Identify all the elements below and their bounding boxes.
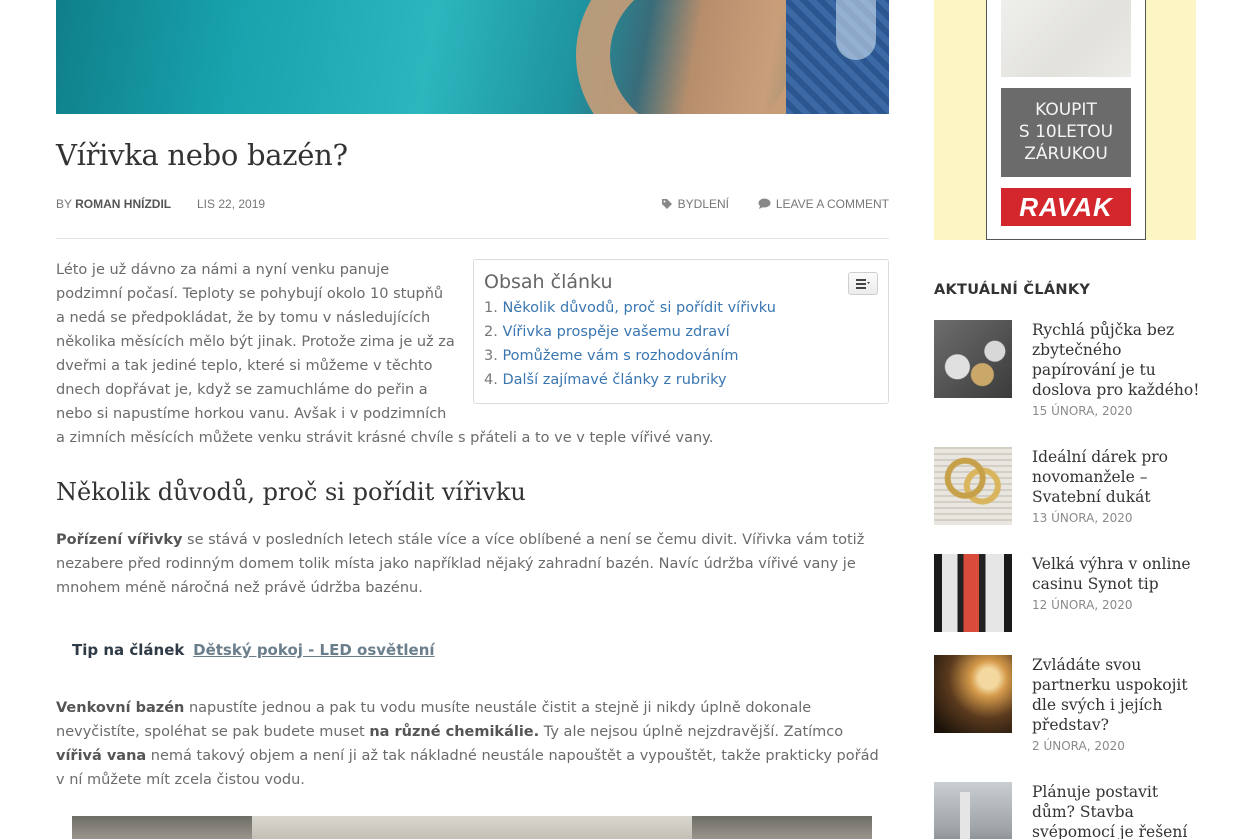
post-comments[interactable]: LEAVE A COMMENT xyxy=(758,197,889,211)
ad-box[interactable]: KOUPIT S 10LETOU ZÁRUKOU RAVAK xyxy=(986,0,1146,240)
toc-toggle-button[interactable] xyxy=(848,272,878,295)
meta-divider xyxy=(56,238,889,239)
toc-item: 3. Pomůžeme vám s rozhodováním xyxy=(484,344,878,368)
post-title: Vířivka nebo bazén? xyxy=(56,138,348,172)
post-meta: BY ROMAN HNÍZDIL LIS 22, 2019 BYDLENÍ LE… xyxy=(56,197,889,213)
category-link[interactable]: BYDLENÍ xyxy=(678,197,729,211)
bold-phrase: na různé chemikálie. xyxy=(369,724,540,740)
recent-article[interactable]: Plánuje postavit dům? Stavba svépomocí j… xyxy=(934,782,1196,839)
article-thumbnail-rings[interactable] xyxy=(934,447,1012,525)
author-link[interactable]: ROMAN HNÍZDIL xyxy=(75,197,171,211)
ad-buy-button[interactable]: KOUPIT S 10LETOU ZÁRUKOU xyxy=(1001,88,1131,177)
toc-link[interactable]: Několik důvodů, proč si pořídit vířivku xyxy=(502,300,775,316)
recent-article[interactable]: Ideální dárek pro novomanžele – Svatební… xyxy=(934,447,1196,537)
recent-article[interactable]: Velká výhra v online casinu Synot tip 12… xyxy=(934,554,1196,644)
article-thumbnail-couple[interactable] xyxy=(934,655,1012,733)
sidebar-ad-banner[interactable]: KOUPIT S 10LETOU ZÁRUKOU RAVAK xyxy=(934,0,1196,240)
toc-link[interactable]: Pomůžeme vám s rozhodováním xyxy=(502,348,738,364)
article-thumbnail-slot-machine[interactable] xyxy=(934,554,1012,632)
section-heading: Několik důvodů, proč si pořídit vířivku xyxy=(56,478,526,506)
toc-title: Obsah článku xyxy=(484,271,613,293)
toc-item: 4. Další zajímavé články z rubriky xyxy=(484,368,878,392)
article-title-link[interactable]: Rychlá půjčka bez zbytečného papírování … xyxy=(1032,320,1200,400)
toc-item-number: 1. xyxy=(484,300,498,316)
post-author: BY ROMAN HNÍZDIL xyxy=(56,197,171,211)
toc-item-number: 2. xyxy=(484,324,498,340)
paragraph-text: nemá takový objem a není ji až tak nákla… xyxy=(56,748,879,788)
article-thumbnail-coins[interactable] xyxy=(934,320,1012,398)
tip-article-link[interactable]: Dětský pokoj - LED osvětlení xyxy=(193,641,434,659)
ravak-logo[interactable]: RAVAK xyxy=(1001,188,1131,226)
paragraph-purchase: Pořízení vířivky se stává v posledních l… xyxy=(56,528,889,600)
article-date: 12 ÚNORA, 2020 xyxy=(1032,598,1133,612)
toc-link[interactable]: Vířivka prospěje vašemu zdraví xyxy=(502,324,729,340)
paragraph-text: Ty ale nejsou úplně nejzdravější. Zatímc… xyxy=(539,724,844,740)
tag-icon xyxy=(661,199,672,209)
toc-item-number: 4. xyxy=(484,372,498,388)
post-category[interactable]: BYDLENÍ xyxy=(661,197,729,211)
tip-label: Tip na článek xyxy=(72,641,185,659)
recent-article[interactable]: Zvládáte svou partnerku uspokojit dle sv… xyxy=(934,655,1196,753)
article-title-link[interactable]: Plánuje postavit dům? Stavba svépomocí j… xyxy=(1032,782,1196,839)
paragraph-pool: Venkovní bazén napustíte jednou a pak tu… xyxy=(56,696,889,792)
toc-item: 1. Několik důvodů, proč si pořídit vířiv… xyxy=(484,296,878,320)
recent-article[interactable]: Rychlá půjčka bez zbytečného papírování … xyxy=(934,320,1199,418)
toc-item: 2. Vířivka prospěje vašemu zdraví xyxy=(484,320,878,344)
article-title-link[interactable]: Ideální dárek pro novomanžele – Svatební… xyxy=(1032,447,1200,507)
article-image-bathroom xyxy=(72,816,872,839)
recent-articles-title: AKTUÁLNÍ ČLÁNKY xyxy=(934,282,1091,298)
article-date: 13 ÚNORA, 2020 xyxy=(1032,511,1133,525)
bold-phrase: vířivá vana xyxy=(56,748,147,764)
comment-bubble-icon xyxy=(758,198,771,209)
toc-link[interactable]: Další zajímavé články z rubriky xyxy=(502,372,726,388)
toc-item-number: 3. xyxy=(484,348,498,364)
toc-list: 1. Několik důvodů, proč si pořídit vířiv… xyxy=(484,296,878,392)
list-toggle-icon xyxy=(856,278,870,289)
featured-image-hot-tub xyxy=(56,0,889,114)
article-date: 15 ÚNORA, 2020 xyxy=(1032,404,1133,418)
bold-phrase: Venkovní bazén xyxy=(56,700,185,716)
article-title-link[interactable]: Velká výhra v online casinu Synot tip xyxy=(1032,554,1200,594)
table-of-contents: Obsah článku 1. Několik důvodů, proč si … xyxy=(473,259,889,404)
article-thumbnail-house[interactable] xyxy=(934,782,1012,839)
article-tip: Tip na článek Dětský pokoj - LED osvětle… xyxy=(72,641,435,659)
bold-phrase: Pořízení vířivky xyxy=(56,532,183,548)
intro-section: Obsah článku 1. Několik důvodů, proč si … xyxy=(56,258,889,450)
hero-glass xyxy=(836,0,876,60)
article-title-link[interactable]: Zvládáte svou partnerku uspokojit dle sv… xyxy=(1032,655,1200,735)
article-date: 2 ÚNORA, 2020 xyxy=(1032,739,1125,753)
ad-product-image xyxy=(1001,0,1131,77)
leave-comment-link[interactable]: LEAVE A COMMENT xyxy=(776,197,889,211)
author-prefix: BY xyxy=(56,197,72,211)
post-date[interactable]: LIS 22, 2019 xyxy=(197,197,265,211)
